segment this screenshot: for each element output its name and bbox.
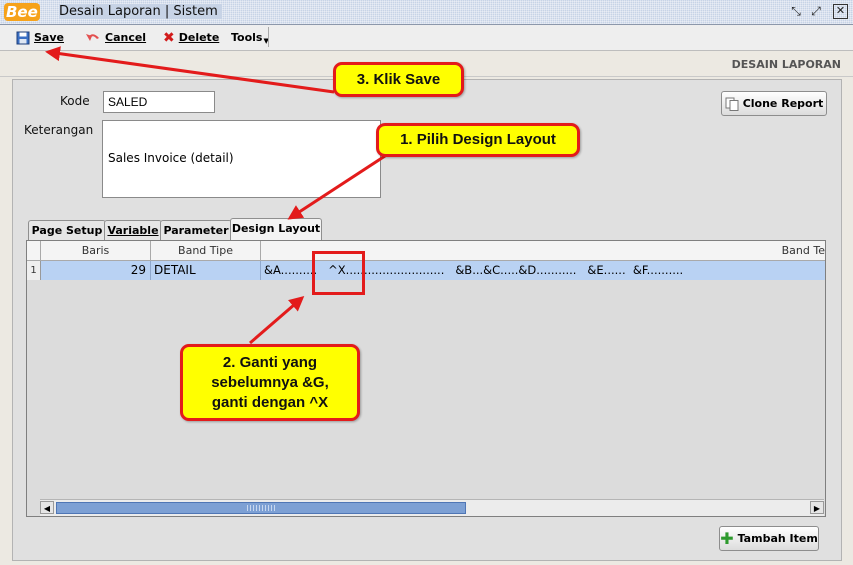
- tambah-item-button[interactable]: ✚ Tambah Item: [719, 526, 819, 551]
- table-row[interactable]: 1 29 DETAIL &A.......... ^X.............…: [27, 261, 825, 280]
- delete-x-icon: ✖: [163, 30, 175, 46]
- highlight-box: [312, 251, 365, 295]
- close-icon[interactable]: ✕: [833, 4, 848, 19]
- toolbar-separator: [268, 27, 269, 47]
- callout-pilih-design-layout: 1. Pilih Design Layout: [376, 123, 580, 157]
- copy-document-icon: [725, 97, 739, 111]
- callout-klik-save: 3. Klik Save: [333, 62, 464, 97]
- window-title: Desain Laporan | Sistem: [59, 4, 222, 19]
- cell-band-tipe[interactable]: DETAIL: [151, 261, 261, 280]
- grid-header: Baris Band Tipe Band Te: [27, 241, 825, 261]
- toolbar: Save Cancel ✖ Delete Tools ▼: [0, 25, 853, 51]
- scroll-left-icon[interactable]: ◀: [40, 501, 54, 514]
- floppy-disk-icon: [16, 31, 30, 45]
- horizontal-scrollbar[interactable]: ◀ ▶: [40, 499, 824, 516]
- scroll-thumb[interactable]: [56, 502, 466, 514]
- clone-report-label: Clone Report: [742, 97, 824, 110]
- delete-button[interactable]: ✖ Delete: [163, 29, 219, 47]
- tools-label: Tools: [231, 31, 263, 44]
- tab-variable[interactable]: Variable: [104, 220, 162, 240]
- scroll-grip: [247, 505, 277, 511]
- logo-text: Bee: [4, 3, 40, 21]
- row-number: 1: [27, 261, 41, 280]
- callout-ganti-line-1: 2. Ganti yang: [222, 354, 318, 371]
- band-grid: Baris Band Tipe Band Te 1 29 DETAIL &A..…: [26, 240, 826, 517]
- callout-ganti-line-2: sebelumnya &G,: [211, 374, 329, 391]
- clone-report-button[interactable]: Clone Report: [721, 91, 827, 116]
- cancel-button[interactable]: Cancel: [85, 29, 146, 47]
- section-title: DESAIN LAPORAN: [731, 58, 841, 71]
- cell-baris[interactable]: 29: [41, 261, 151, 280]
- kode-label: Kode: [60, 94, 90, 108]
- row-number-header: [27, 241, 41, 260]
- plus-icon: ✚: [720, 528, 734, 548]
- cancel-label: Cancel: [105, 31, 147, 44]
- tambah-item-label: Tambah Item: [737, 532, 818, 545]
- save-label: Save: [34, 31, 64, 44]
- callout-ganti: 2. Ganti yang sebelumnya &G, ganti denga…: [180, 344, 360, 421]
- scroll-right-icon[interactable]: ▶: [810, 501, 824, 514]
- restore-icon[interactable]: ⤡: [788, 3, 804, 19]
- save-button[interactable]: Save: [16, 29, 64, 47]
- tools-menu-button[interactable]: Tools ▼: [231, 29, 269, 47]
- delete-label: Delete: [178, 31, 220, 44]
- keterangan-label: Keterangan: [24, 123, 94, 137]
- app-logo: Bee: [4, 3, 54, 21]
- maximize-icon[interactable]: ⤢: [808, 3, 824, 19]
- column-header-baris[interactable]: Baris: [41, 241, 151, 260]
- tab-parameter[interactable]: Parameter: [160, 220, 232, 240]
- column-header-band-tipe[interactable]: Band Tipe: [151, 241, 261, 260]
- title-bar: Bee Desain Laporan | Sistem ⤡ ⤢ ✕: [0, 0, 853, 25]
- tab-design-layout[interactable]: Design Layout: [230, 218, 322, 240]
- tab-page-setup[interactable]: Page Setup: [28, 220, 106, 240]
- callout-ganti-line-3: ganti dengan ^X: [211, 394, 329, 411]
- kode-input[interactable]: [103, 91, 215, 113]
- undo-arrow-icon: [86, 34, 99, 41]
- keterangan-textarea[interactable]: Sales Invoice (detail): [102, 120, 381, 198]
